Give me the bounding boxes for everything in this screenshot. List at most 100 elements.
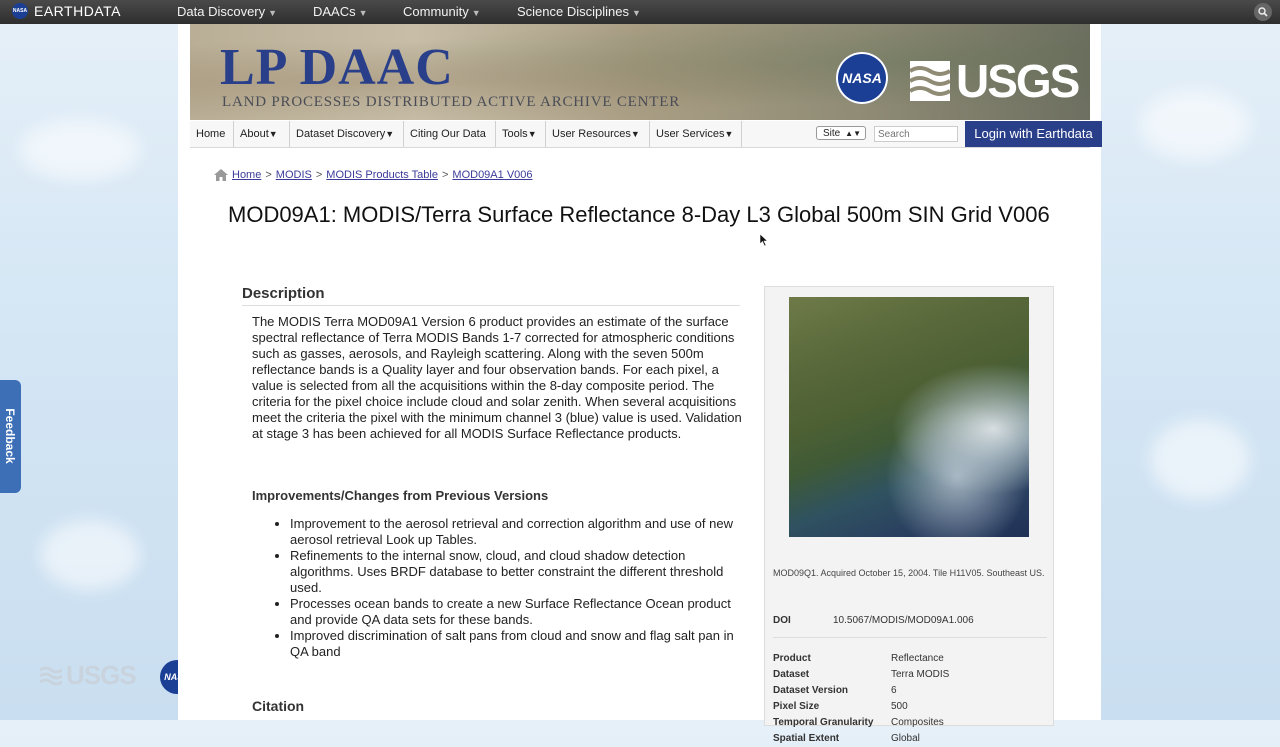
lpnav-label: User Services [656, 128, 725, 140]
lpnav-user-resources[interactable]: User Resources▼ [546, 121, 650, 147]
usgs-footer-text: USGS [66, 660, 137, 690]
background-cloud [1150, 420, 1250, 500]
lpnav-label: User Resources [552, 128, 631, 140]
breadcrumb-modis[interactable]: MODIS [276, 169, 312, 181]
breadcrumb-current[interactable]: MOD09A1 V006 [452, 169, 532, 181]
home-icon[interactable] [214, 169, 228, 181]
list-item: Processes ocean bands to create a new Su… [290, 596, 744, 628]
attr-value: Terra MODIS [891, 669, 950, 680]
lpnav-label: Home [196, 128, 226, 140]
lpnav-dataset-discovery[interactable]: Dataset Discovery▼ [290, 121, 404, 147]
mouse-cursor-icon [760, 234, 768, 246]
background-cloud [1140, 90, 1250, 160]
lpnav-label: About [240, 128, 269, 140]
description-text: The MODIS Terra MOD09A1 Version 6 produc… [252, 314, 742, 441]
doi-label: DOI [773, 615, 791, 626]
background-cloud [20, 120, 140, 180]
divider [773, 637, 1047, 638]
lpnav-tools[interactable]: Tools▼ [496, 121, 546, 147]
login-earthdata-button[interactable]: Login with Earthdata [965, 121, 1102, 147]
table-row: Dataset Terra MODIS [773, 667, 1047, 683]
updown-arrows-icon: ▲▼ [845, 129, 861, 138]
lpdaac-banner: LP DAAC LAND PROCESSES DISTRIBUTED ACTIV… [190, 24, 1090, 120]
citation-heading: Citation [252, 698, 305, 714]
topnav-science-disciplines[interactable]: Science Disciplines ▼ [517, 4, 641, 19]
chevron-down-icon: ▼ [471, 8, 481, 18]
list-item: Improvement to the aerosol retrieval and… [290, 516, 744, 548]
earthdata-brand-text: EARTHDATA [34, 3, 121, 19]
site-select[interactable]: Site ▲▼ [816, 126, 866, 140]
improvements-heading: Improvements/Changes from Previous Versi… [252, 488, 549, 503]
breadcrumb: Home > MODIS > MODIS Products Table > MO… [214, 169, 533, 181]
satellite-image[interactable] [789, 297, 1029, 537]
list-item: Improved discrimination of salt pans fro… [290, 628, 744, 660]
attr-key: Spatial Extent [773, 733, 840, 744]
table-row: Pixel Size 500 [773, 699, 1047, 715]
chevron-down-icon: ▼ [385, 129, 395, 139]
usgs-footer-logo: USGS [40, 660, 137, 691]
earthdata-topbar: NASA EARTHDATA Data Discovery ▼ DAACs ▼ Co… [0, 0, 1280, 24]
breadcrumb-separator: > [265, 169, 272, 181]
chevron-down-icon: ▼ [358, 8, 368, 18]
usgs-waves-icon [40, 666, 62, 685]
table-row: Dataset Version 6 [773, 683, 1047, 699]
usgs-logo-text: USGS [956, 55, 1080, 107]
lpnav-about[interactable]: About▼ [234, 121, 290, 147]
attr-key: Pixel Size [773, 701, 820, 712]
topnav-label: Science Disciplines [517, 4, 629, 19]
table-row: Spatial Extent Global [773, 731, 1047, 747]
topnav-data-discovery[interactable]: Data Discovery ▼ [177, 4, 277, 19]
attr-value: 500 [891, 701, 908, 712]
page-container: LP DAAC LAND PROCESSES DISTRIBUTED ACTIV… [178, 24, 1102, 744]
attr-key: Dataset [773, 669, 810, 680]
attr-value: 6 [891, 685, 897, 696]
attr-value: Reflectance [891, 653, 944, 664]
attr-key: Temporal Granularity [773, 717, 874, 728]
improvements-list: Improvement to the aerosol retrieval and… [252, 516, 744, 660]
earthdata-brand[interactable]: NASA EARTHDATA [12, 3, 121, 19]
chevron-down-icon: ▼ [268, 8, 278, 18]
banner-subtitle: LAND PROCESSES DISTRIBUTED ACTIVE ARCHIV… [222, 94, 681, 110]
topnav-label: Community [403, 4, 469, 19]
site-select-value: Site [823, 128, 841, 139]
breadcrumb-products-table[interactable]: MODIS Products Table [326, 169, 438, 181]
topnav-label: DAACs [313, 4, 356, 19]
attr-value: Global [891, 733, 920, 744]
chevron-down-icon: ▼ [630, 129, 640, 139]
usgs-logo[interactable]: USGS [910, 54, 1080, 108]
table-row: Product Reflectance [773, 651, 1047, 667]
page-title: MOD09A1: MODIS/Terra Surface Reflectance… [228, 202, 1050, 227]
lpnav-user-services[interactable]: User Services▼ [650, 121, 742, 147]
nasa-mini-logo: NASA [12, 3, 28, 19]
topnav-community[interactable]: Community ▼ [403, 4, 481, 19]
breadcrumb-separator: > [441, 169, 449, 181]
feedback-label: Feedback [3, 408, 17, 464]
attr-value: Composites [891, 717, 944, 728]
lpdaac-nav: Home About▼ Dataset Discovery▼ Citing Ou… [190, 121, 1102, 148]
attr-key: Product [773, 653, 811, 664]
table-row: Temporal Granularity Composites [773, 715, 1047, 731]
breadcrumb-separator: > [315, 169, 323, 181]
product-sidebar: MOD09Q1. Acquired October 15, 2004. Tile… [764, 286, 1054, 744]
lpnav-home[interactable]: Home [190, 121, 234, 147]
topnav-label: Data Discovery [177, 4, 266, 19]
attributes-table: Product Reflectance Dataset Terra MODIS … [773, 651, 1047, 747]
topnav-daacs[interactable]: DAACs ▼ [313, 4, 368, 19]
chevron-down-icon: ▼ [724, 129, 734, 139]
usgs-waves-icon [910, 61, 950, 101]
feedback-tab[interactable]: Feedback [0, 380, 21, 493]
chevron-down-icon: ▼ [527, 129, 537, 139]
lpnav-label: Citing Our Data [410, 128, 486, 140]
topbar-search-button[interactable] [1254, 3, 1272, 21]
background-cloud [40, 520, 140, 590]
lpnav-citing-our-data[interactable]: Citing Our Data [404, 121, 496, 147]
chevron-down-icon: ▼ [268, 129, 278, 139]
description-heading: Description [242, 285, 740, 306]
site-search-input[interactable] [874, 126, 958, 142]
list-item: Refinements to the internal snow, cloud,… [290, 548, 744, 596]
nasa-logo[interactable]: NASA [836, 52, 888, 104]
breadcrumb-home[interactable]: Home [232, 169, 261, 181]
doi-value[interactable]: 10.5067/MODIS/MOD09A1.006 [833, 615, 974, 626]
banner-title[interactable]: LP DAAC [220, 38, 454, 97]
lpnav-label: Tools [502, 128, 528, 140]
